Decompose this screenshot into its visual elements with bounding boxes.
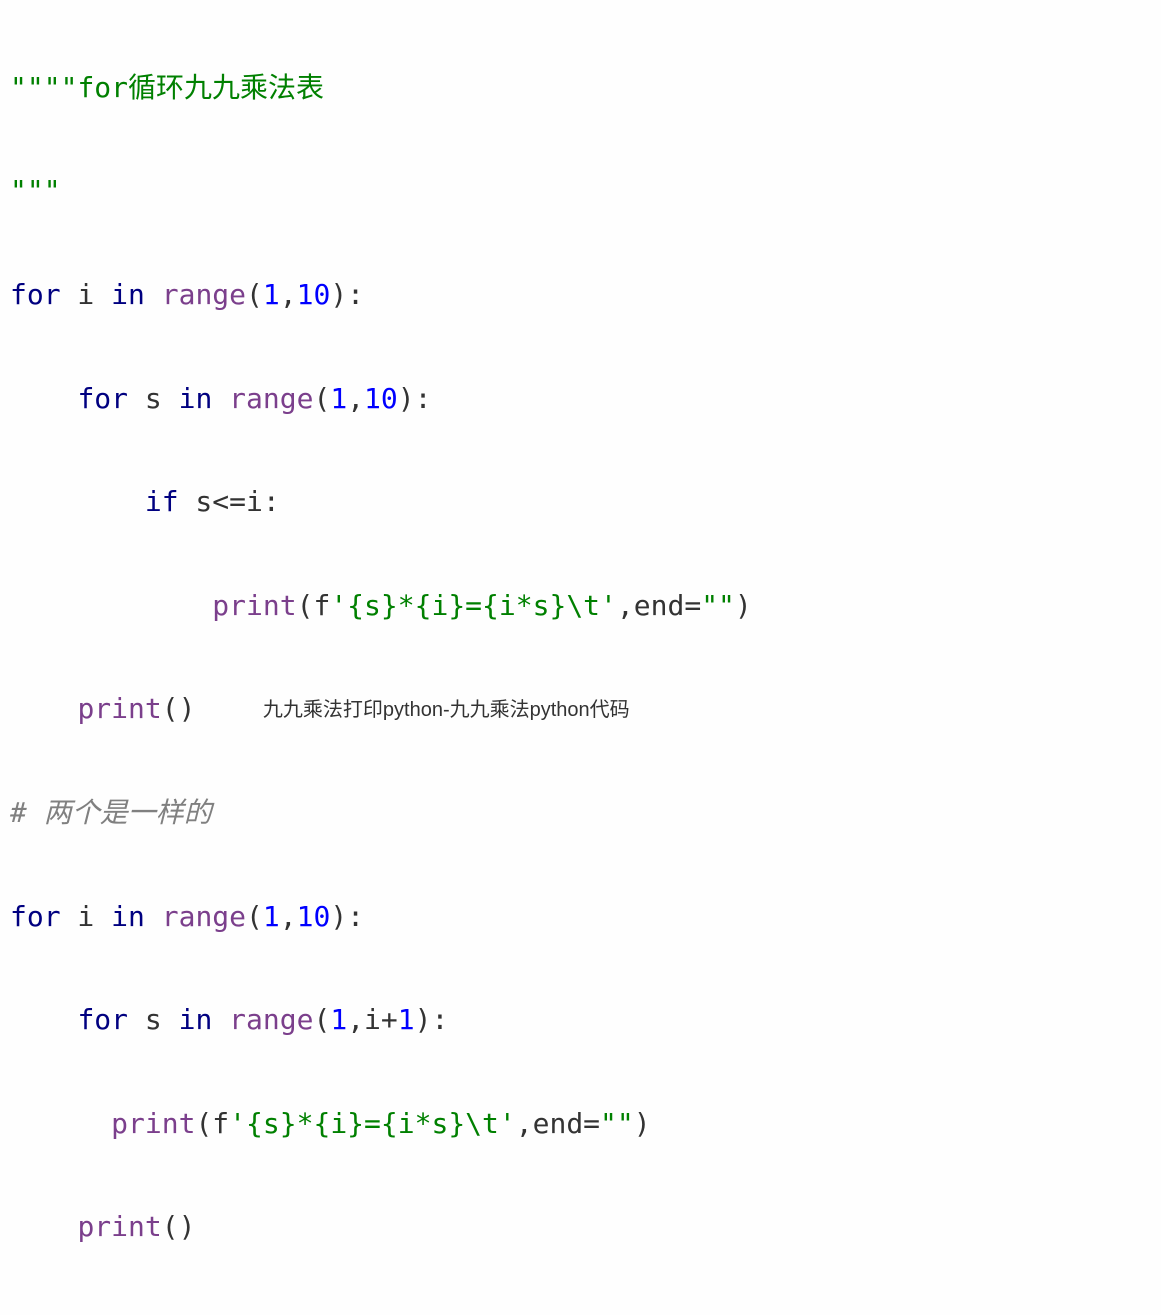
code-line-2: """ (10, 165, 1151, 217)
string: "" (701, 589, 735, 622)
comment-text: 两个是一样的 (44, 796, 212, 829)
code-line-3: for i in range(1,10): (10, 269, 1151, 321)
number: 1 (330, 1003, 347, 1036)
code-line-6: print(f'{s}*{i}={i*s}\t',end="") (10, 580, 1151, 632)
code-line-1: """"for循环九九乘法表 (10, 62, 1151, 114)
comment-hash: # (10, 796, 44, 829)
func-range: range (229, 1003, 313, 1036)
func-print: print (212, 589, 296, 622)
keyword-in: in (179, 1003, 213, 1036)
keyword-for: for (77, 382, 128, 415)
number: 1 (263, 900, 280, 933)
func-range: range (162, 278, 246, 311)
keyword-in: in (111, 278, 145, 311)
func-range: range (229, 382, 313, 415)
keyword-in: in (111, 900, 145, 933)
code-line-9: for i in range(1,10): (10, 891, 1151, 943)
keyword-if: if (145, 485, 179, 518)
keyword-for: for (10, 278, 61, 311)
number: 10 (297, 278, 331, 311)
identifier: s (128, 382, 179, 415)
number: 1 (330, 382, 347, 415)
string: "" (600, 1107, 634, 1140)
watermark-text: 九九乘法打印python-九九乘法python代码 (263, 692, 630, 729)
fstring: '{s}*{i}={i*s}\t' (229, 1107, 516, 1140)
identifier: s (128, 1003, 179, 1036)
func-print: print (77, 692, 161, 725)
func-print: print (77, 1210, 161, 1243)
code-line-10: for s in range(1,i+1): (10, 994, 1151, 1046)
keyword-for: for (77, 1003, 128, 1036)
code-line-5: if s<=i: (10, 476, 1151, 528)
docstring-quote: """ (10, 174, 61, 207)
code-line-11: print(f'{s}*{i}={i*s}\t',end="") (10, 1098, 1151, 1150)
code-line-4: for s in range(1,10): (10, 373, 1151, 425)
number: 10 (297, 900, 331, 933)
docstring-quote: """" (10, 71, 77, 104)
docstring-text: for循环九九乘法表 (77, 71, 324, 104)
number: 1 (263, 278, 280, 311)
fstring: '{s}*{i}={i*s}\t' (330, 589, 617, 622)
identifier: i (61, 278, 112, 311)
func-range: range (162, 900, 246, 933)
keyword-for: for (10, 900, 61, 933)
number: 10 (364, 382, 398, 415)
keyword-in: in (179, 382, 213, 415)
code-line-8: # 两个是一样的 (10, 787, 1151, 839)
number: 1 (398, 1003, 415, 1036)
code-line-7: print() 九九乘法打印python-九九乘法python代码 (10, 683, 1151, 735)
identifier: i (61, 900, 112, 933)
code-block: """"for循环九九乘法表 """ for i in range(1,10):… (10, 10, 1151, 1305)
expr: i+ (364, 1003, 398, 1036)
condition: s<=i: (179, 485, 280, 518)
code-line-12: print() (10, 1201, 1151, 1253)
func-print: print (111, 1107, 195, 1140)
